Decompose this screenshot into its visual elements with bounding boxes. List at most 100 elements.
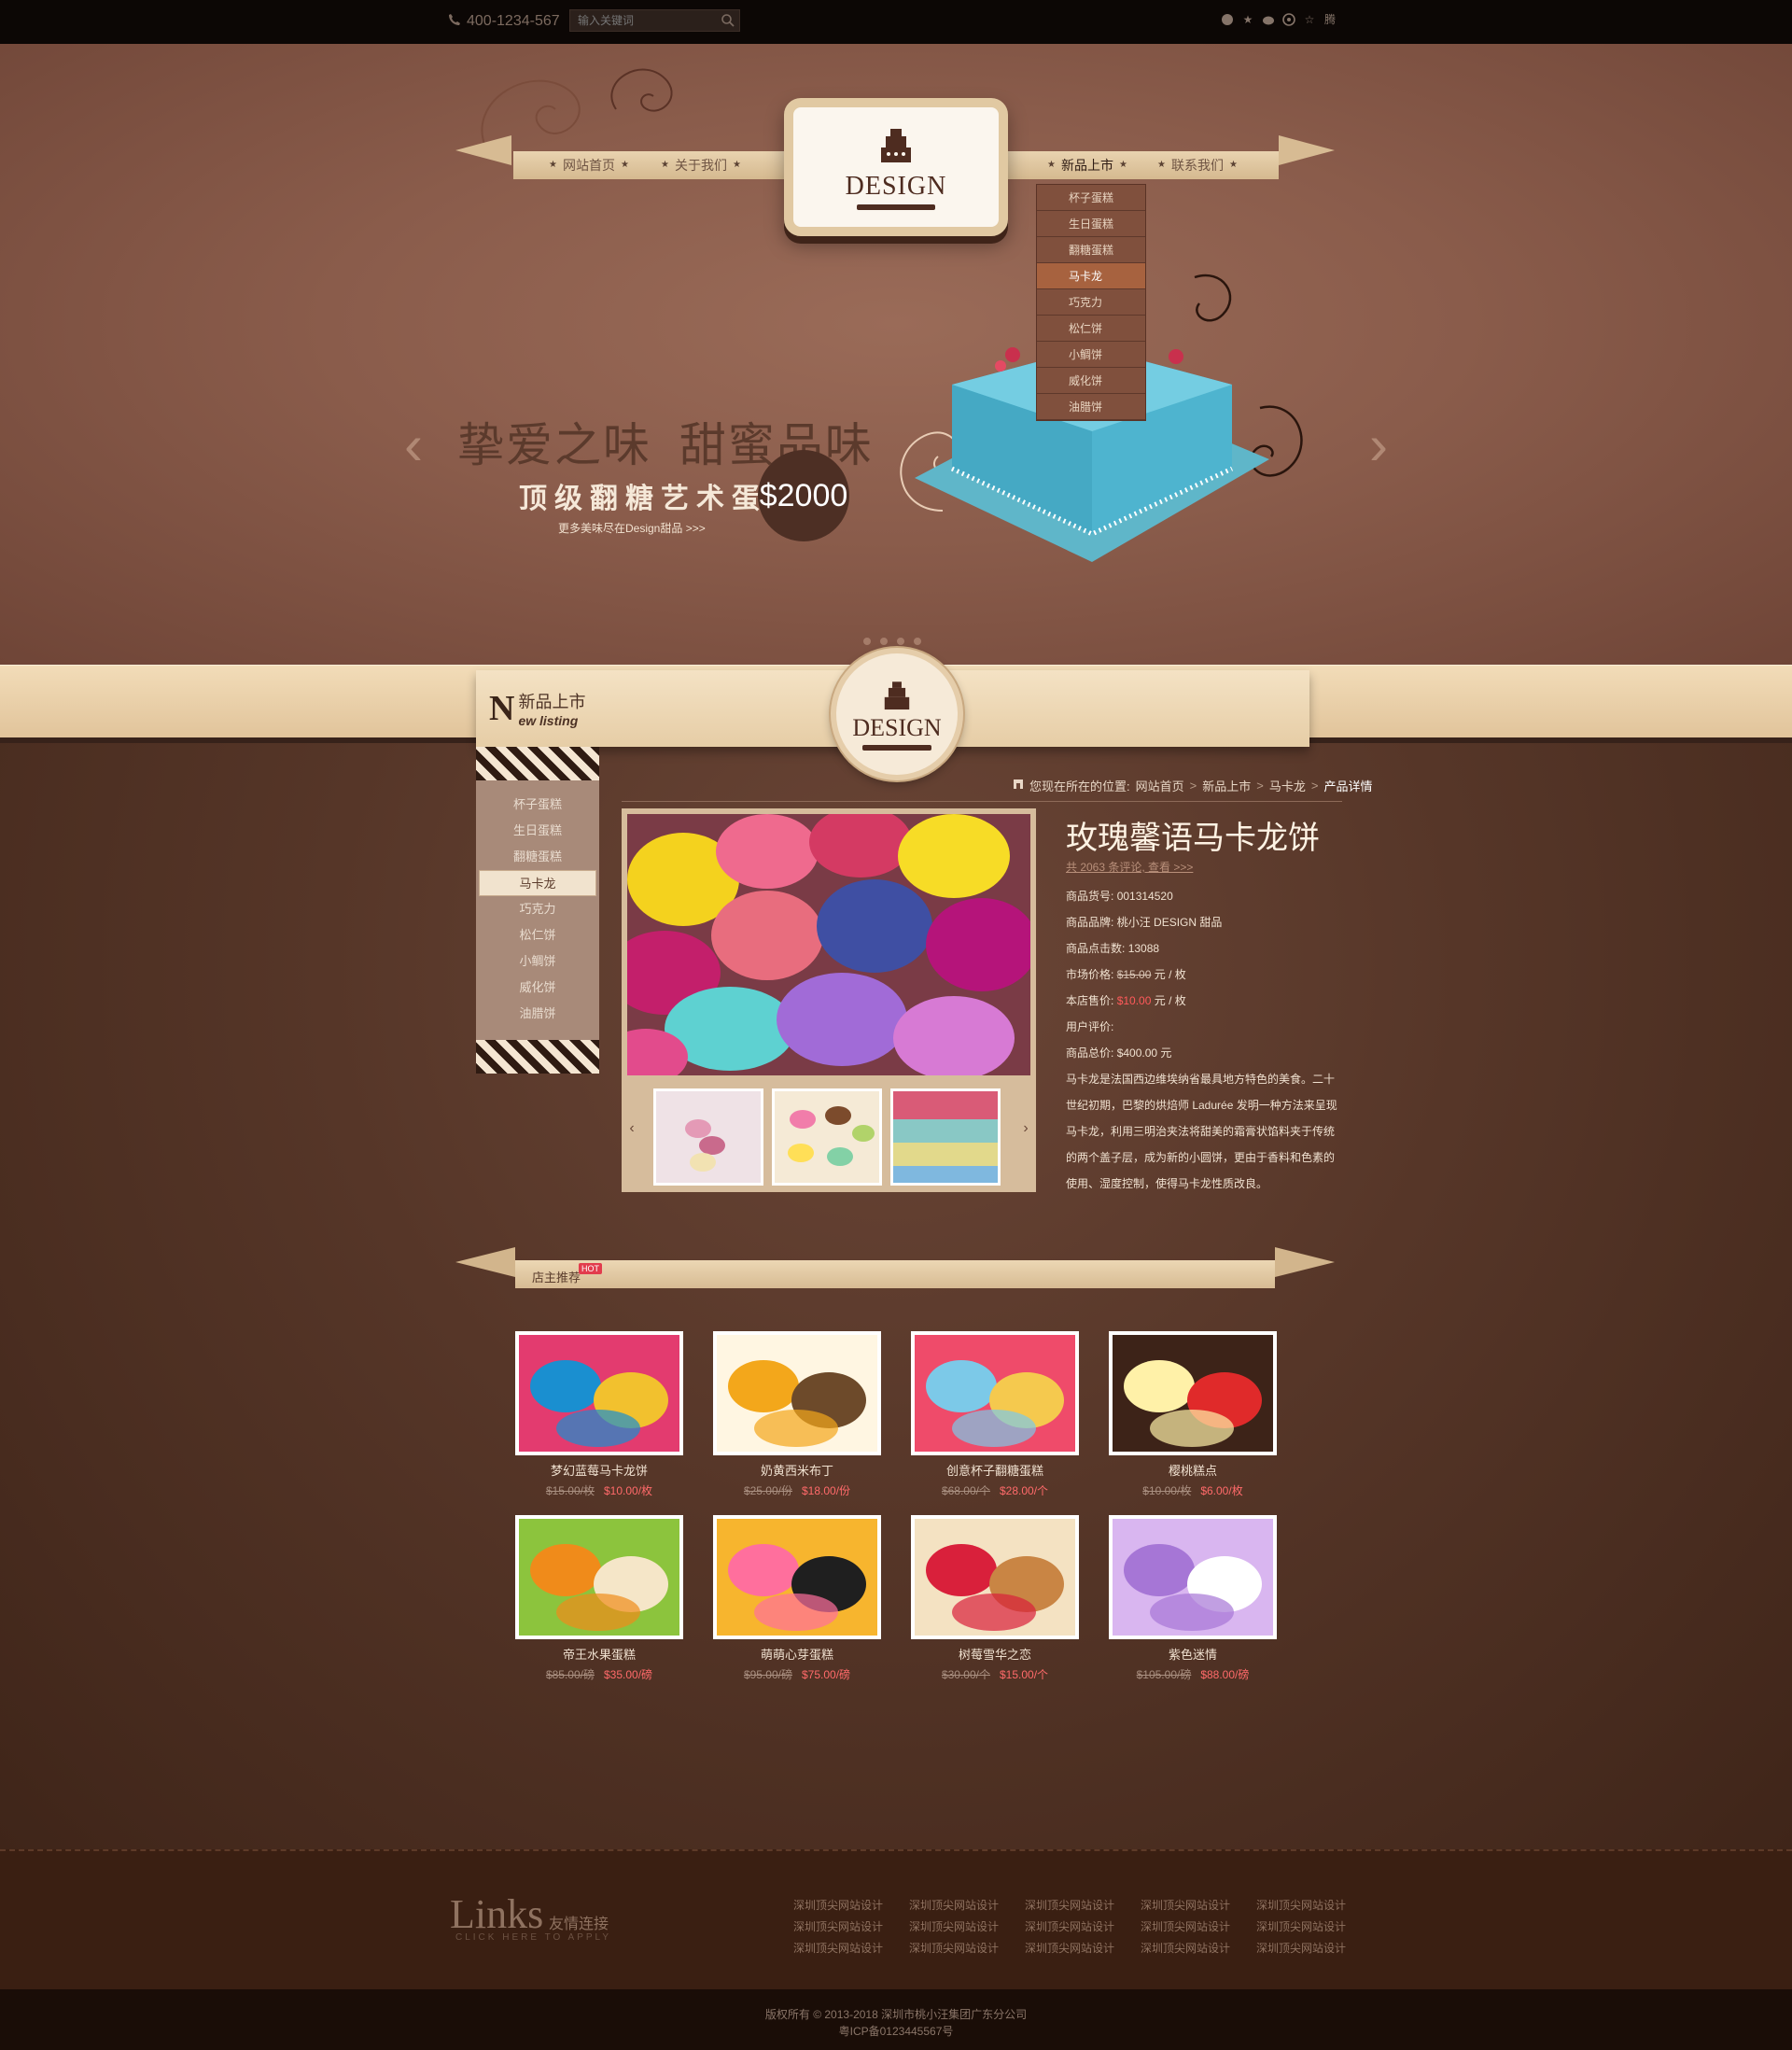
product-total-label: 商品总价:	[1066, 1046, 1114, 1060]
friend-link[interactable]: 深圳顶尖网站设计	[1025, 1897, 1135, 1913]
links-apply-link[interactable]: CLICK HERE TO APPLY	[455, 1932, 611, 1943]
sidebar-item-pine-nut[interactable]: 松仁饼	[476, 922, 599, 948]
hero-more-link[interactable]: 更多美味尽在Design甜品 >>>	[558, 520, 706, 536]
logo-text: DESIGN	[845, 171, 947, 201]
weibo-icon[interactable]	[1262, 13, 1275, 26]
pinterest-icon[interactable]	[1282, 13, 1295, 26]
friend-link[interactable]: 深圳顶尖网站设计	[909, 1940, 1019, 1956]
links-subtitle: 友情连接	[549, 1917, 609, 1932]
friend-link[interactable]: 深圳顶尖网站设计	[1141, 1897, 1251, 1913]
dropdown-item-pine-nut[interactable]: 松仁饼	[1037, 316, 1145, 342]
product-card-name[interactable]: 树莓雪华之恋	[911, 1645, 1079, 1663]
breadcrumb-divider	[622, 801, 1342, 802]
product-card-name[interactable]: 樱桃糕点	[1109, 1461, 1277, 1479]
product-card-image[interactable]	[713, 1515, 881, 1639]
product-reviews-link[interactable]: 共 2063 条评论, 查看 >>>	[1066, 859, 1193, 875]
product-card-image[interactable]	[1109, 1331, 1277, 1455]
product-card-image[interactable]	[713, 1331, 881, 1455]
dropdown-item-macaron[interactable]: 马卡龙	[1037, 263, 1145, 289]
friend-link[interactable]: 深圳顶尖网站设计	[909, 1918, 1019, 1934]
thumbnail[interactable]	[653, 1088, 763, 1186]
product-card-name[interactable]: 梦幻蓝莓马卡龙饼	[515, 1461, 683, 1479]
friend-link[interactable]: 深圳顶尖网站设计	[793, 1897, 903, 1913]
sidebar-item-taiyaki[interactable]: 小鲷饼	[476, 948, 599, 975]
search-icon[interactable]	[721, 13, 735, 28]
recommend-title: 店主推荐	[532, 1271, 581, 1285]
sidebar-item-oil-cake[interactable]: 油腊饼	[476, 1001, 599, 1027]
friend-links-grid: 深圳顶尖网站设计 深圳顶尖网站设计 深圳顶尖网站设计 深圳顶尖网站设计 深圳顶尖…	[793, 1897, 1366, 1956]
slider-dot[interactable]	[880, 638, 888, 645]
thumbnail[interactable]	[890, 1088, 1001, 1186]
star-icon[interactable]: ★	[1241, 13, 1254, 26]
product-card-image[interactable]	[515, 1515, 683, 1639]
hero-prev-arrow-icon[interactable]: ‹	[395, 417, 432, 473]
product-card-image[interactable]	[911, 1331, 1079, 1455]
dropdown-item-chocolate[interactable]: 巧克力	[1037, 289, 1145, 316]
product-card-name[interactable]: 紫色迷情	[1109, 1645, 1277, 1663]
breadcrumb-macaron[interactable]: 马卡龙	[1269, 777, 1306, 794]
nav-new-products[interactable]: ★ 新品上市 ★	[1047, 156, 1127, 175]
qq-icon[interactable]: 腾	[1323, 13, 1337, 26]
dropdown-item-cupcake[interactable]: 杯子蛋糕	[1037, 185, 1145, 211]
product-card[interactable]: 梦幻蓝莓马卡龙饼 $15.00/枚 $10.00/枚	[515, 1331, 683, 1498]
product-card[interactable]: 创意杯子翻糖蛋糕 $68.00/个 $28.00/个	[911, 1331, 1079, 1498]
product-card[interactable]: 树莓雪华之恋 $30.00/个 $15.00/个	[911, 1515, 1079, 1682]
logo-strip	[857, 204, 935, 210]
search-box[interactable]	[569, 9, 740, 32]
search-input[interactable]	[570, 10, 710, 31]
friend-link[interactable]: 深圳顶尖网站设计	[1256, 1918, 1366, 1934]
friend-link[interactable]: 深圳顶尖网站设计	[793, 1918, 903, 1934]
friend-link[interactable]: 深圳顶尖网站设计	[1025, 1918, 1135, 1934]
product-card[interactable]: 奶黄西米布丁 $25.00/份 $18.00/份	[713, 1331, 881, 1498]
product-card-image[interactable]	[911, 1515, 1079, 1639]
breadcrumb-home[interactable]: 网站首页	[1136, 777, 1184, 794]
friend-link[interactable]: 深圳顶尖网站设计	[1141, 1918, 1251, 1934]
nav-contact[interactable]: ★ 联系我们 ★	[1157, 156, 1238, 175]
thumb-next-arrow-icon[interactable]: ›	[1019, 1120, 1032, 1137]
product-card-name[interactable]: 萌萌心芽蛋糕	[713, 1645, 881, 1663]
dropdown-item-taiyaki[interactable]: 小鲷饼	[1037, 342, 1145, 368]
slider-dot[interactable]	[863, 638, 871, 645]
sidebar-item-chocolate[interactable]: 巧克力	[476, 896, 599, 922]
globe-icon[interactable]	[1221, 13, 1234, 26]
product-card[interactable]: 帝王水果蛋糕 $85.00/磅 $35.00/磅	[515, 1515, 683, 1682]
sidebar-item-wafer[interactable]: 威化饼	[476, 975, 599, 1001]
dropdown-item-wafer[interactable]: 威化饼	[1037, 368, 1145, 394]
store-price-value: $10.00	[1116, 994, 1152, 1007]
nav-home[interactable]: ★ 网站首页 ★	[549, 156, 629, 175]
product-card-image[interactable]	[1109, 1515, 1277, 1639]
nav-about[interactable]: ★ 关于我们 ★	[661, 156, 741, 175]
friend-link[interactable]: 深圳顶尖网站设计	[1256, 1940, 1366, 1956]
product-card-image[interactable]	[515, 1331, 683, 1455]
sidebar-item-macaron[interactable]: 马卡龙	[479, 870, 596, 896]
thumbnail[interactable]	[772, 1088, 882, 1186]
slider-dot[interactable]	[897, 638, 904, 645]
product-rating-label: 用户评价:	[1066, 1020, 1114, 1033]
breadcrumb-new-products[interactable]: 新品上市	[1202, 777, 1251, 794]
dropdown-item-birthday[interactable]: 生日蛋糕	[1037, 211, 1145, 237]
sidebar-item-birthday[interactable]: 生日蛋糕	[476, 818, 599, 844]
product-card[interactable]: 樱桃糕点 $10.00/枚 $6.00/枚	[1109, 1331, 1277, 1498]
hero-next-arrow-icon[interactable]: ›	[1360, 417, 1397, 473]
sidebar-item-cupcake[interactable]: 杯子蛋糕	[476, 792, 599, 818]
friend-link[interactable]: 深圳顶尖网站设计	[1256, 1897, 1366, 1913]
dropdown-item-oil-cake[interactable]: 油腊饼	[1037, 394, 1145, 420]
favorite-icon[interactable]: ☆	[1303, 13, 1316, 26]
dropdown-item-fondant[interactable]: 翻糖蛋糕	[1037, 237, 1145, 263]
friend-link[interactable]: 深圳顶尖网站设计	[1141, 1940, 1251, 1956]
thumb-prev-arrow-icon[interactable]: ‹	[625, 1120, 638, 1137]
product-card-name[interactable]: 创意杯子翻糖蛋糕	[911, 1461, 1079, 1479]
product-sku-value: 001314520	[1116, 890, 1173, 903]
slider-dot[interactable]	[914, 638, 921, 645]
product-main-image[interactable]	[627, 814, 1030, 1075]
product-card-name[interactable]: 奶黄西米布丁	[713, 1461, 881, 1479]
sidebar-item-fondant[interactable]: 翻糖蛋糕	[476, 844, 599, 870]
product-card[interactable]: 萌萌心芽蛋糕 $95.00/磅 $75.00/磅	[713, 1515, 881, 1682]
friend-link[interactable]: 深圳顶尖网站设计	[909, 1897, 1019, 1913]
product-card[interactable]: 紫色迷情 $105.00/磅 $88.00/磅	[1109, 1515, 1277, 1682]
thumbnail-strip: ‹ ›	[622, 1083, 1036, 1192]
site-logo[interactable]: DESIGN	[784, 98, 1008, 236]
friend-link[interactable]: 深圳顶尖网站设计	[1025, 1940, 1135, 1956]
product-card-name[interactable]: 帝王水果蛋糕	[515, 1645, 683, 1663]
friend-link[interactable]: 深圳顶尖网站设计	[793, 1940, 903, 1956]
